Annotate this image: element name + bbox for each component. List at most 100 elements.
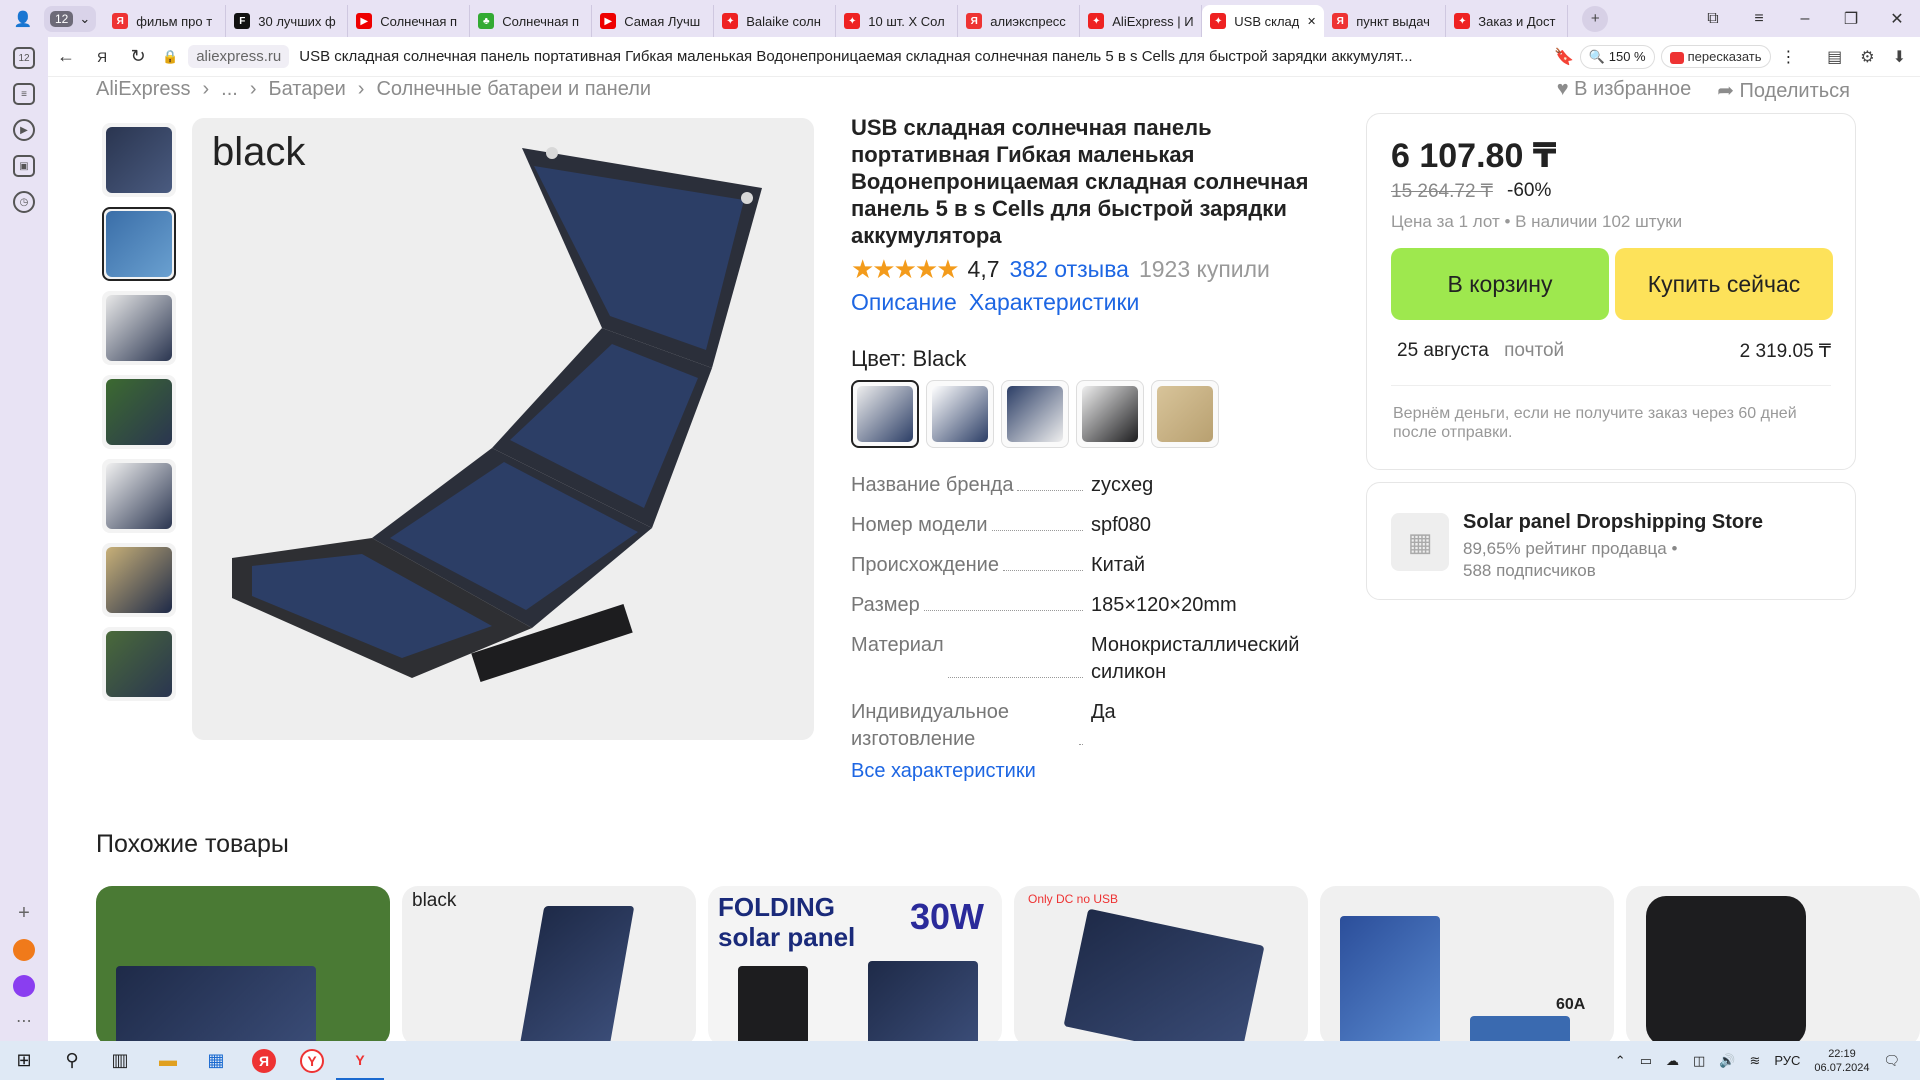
- spec-key-cell: Материал: [851, 632, 1091, 686]
- product-card[interactable]: black: [402, 886, 696, 1041]
- reviews-link[interactable]: 382 отзыва: [1010, 256, 1129, 283]
- start-icon[interactable]: ⊞: [0, 1041, 48, 1080]
- product-card[interactable]: 60A: [1320, 886, 1614, 1041]
- tab-active[interactable]: ✦ USB склад ✕: [1202, 5, 1325, 37]
- tab-title: USB склад: [1234, 13, 1300, 29]
- color-swatch[interactable]: [1001, 380, 1069, 448]
- cloud-icon[interactable]: ☁: [1666, 1053, 1679, 1069]
- tab-count: 12: [50, 10, 74, 27]
- thumbnail-image: [106, 379, 172, 445]
- tab-count-button[interactable]: 12 ⌄: [44, 5, 97, 32]
- network-icon[interactable]: ◫: [1693, 1053, 1705, 1069]
- tab[interactable]: ▶ Самая Лучш: [592, 5, 715, 37]
- breadcrumb-item[interactable]: ...: [221, 78, 238, 101]
- buy-now-button[interactable]: Купить сейчас: [1615, 248, 1833, 320]
- store-name[interactable]: Solar panel Dropshipping Store: [1463, 511, 1763, 534]
- back-icon[interactable]: ←: [48, 46, 84, 67]
- weather-icon[interactable]: [13, 939, 35, 961]
- color-swatch[interactable]: [1151, 380, 1219, 448]
- tabs-counter-icon[interactable]: 12: [13, 47, 35, 69]
- extensions-icon[interactable]: ⚙: [1860, 47, 1874, 67]
- search-icon[interactable]: ⚲: [48, 1041, 96, 1080]
- color-swatch-selected[interactable]: [851, 380, 919, 448]
- retell-icon: [1669, 51, 1684, 64]
- downloads-icon[interactable]: ⬇: [1893, 47, 1906, 67]
- thumbnail[interactable]: [102, 543, 176, 617]
- delivery-info[interactable]: 25 августа почтой: [1397, 340, 1564, 362]
- wifi-icon[interactable]: ≋: [1749, 1053, 1760, 1069]
- chevron-up-icon[interactable]: ⌃: [1615, 1053, 1626, 1069]
- restore-icon[interactable]: ❐: [1828, 0, 1874, 37]
- minimize-icon[interactable]: –: [1782, 0, 1828, 37]
- reload-icon[interactable]: ↻: [120, 46, 156, 67]
- tab-title: Заказ и Дост: [1478, 13, 1556, 29]
- collections-icon[interactable]: ▤: [1827, 47, 1842, 67]
- thumbnail-selected[interactable]: [102, 207, 176, 281]
- breadcrumb-item[interactable]: Батареи: [269, 78, 346, 101]
- history-icon[interactable]: ◷: [13, 191, 35, 213]
- volume-icon[interactable]: 🔊: [1719, 1053, 1735, 1069]
- system-tray: ⌃ ▭ ☁ ◫ 🔊 ≋ РУС 22:19 06.07.2024 🗨: [1615, 1047, 1920, 1075]
- tab-favicon: ▶: [600, 13, 617, 29]
- battery-icon[interactable]: ▭: [1640, 1053, 1652, 1069]
- breadcrumb-item[interactable]: Солнечные батареи и панели: [376, 78, 651, 101]
- alice-icon[interactable]: [13, 975, 35, 997]
- notes-icon[interactable]: ≡: [13, 83, 35, 105]
- add-to-cart-button[interactable]: В корзину: [1391, 248, 1609, 320]
- bookmark-icon[interactable]: 🔖: [1554, 47, 1574, 67]
- close-icon[interactable]: ✕: [1874, 0, 1920, 37]
- thumbnail[interactable]: [102, 459, 176, 533]
- retell-button[interactable]: пересказать: [1660, 45, 1771, 68]
- notification-icon[interactable]: 🗨: [1883, 1053, 1900, 1069]
- main-product-image[interactable]: black: [192, 118, 814, 740]
- store-app-icon[interactable]: ▦: [192, 1041, 240, 1080]
- zoom-indicator[interactable]: 🔍 150 %: [1579, 44, 1655, 69]
- tab[interactable]: Яалиэкспресс: [958, 5, 1081, 37]
- task-view-icon[interactable]: ▥: [96, 1041, 144, 1080]
- tab[interactable]: Япункт выдач: [1324, 5, 1447, 37]
- new-tab-icon[interactable]: +: [1582, 5, 1609, 32]
- specs-link[interactable]: Характеристики: [969, 289, 1140, 316]
- favorite-button[interactable]: ♥ В избранное: [1557, 78, 1692, 103]
- yandex-browser-icon[interactable]: Y: [288, 1041, 336, 1080]
- tab[interactable]: ✦ 10 шт. Х Сол: [836, 5, 959, 37]
- breadcrumb-item[interactable]: AliExpress: [96, 78, 190, 101]
- store-card[interactable]: ▦ Solar panel Dropshipping Store 89,65% …: [1366, 482, 1856, 600]
- add-icon[interactable]: +: [18, 902, 30, 925]
- kebab-icon[interactable]: ⋮: [1781, 47, 1797, 67]
- product-card[interactable]: [1626, 886, 1920, 1041]
- description-link[interactable]: Описание: [851, 289, 957, 316]
- color-swatch[interactable]: [1076, 380, 1144, 448]
- gallery-icon[interactable]: ▣: [13, 155, 35, 177]
- share-button[interactable]: ➦ Поделиться: [1717, 78, 1850, 103]
- product-card[interactable]: [96, 886, 390, 1041]
- thumbnail[interactable]: [102, 291, 176, 365]
- file-explorer-icon[interactable]: ▬: [144, 1041, 192, 1080]
- language-indicator[interactable]: РУС: [1774, 1053, 1800, 1068]
- product-card[interactable]: Only DC no USB: [1014, 886, 1308, 1041]
- tab[interactable]: Яфильм про т: [104, 5, 227, 37]
- tab[interactable]: ✦ AliExpress | И: [1080, 5, 1203, 37]
- all-specs-link[interactable]: Все характеристики: [851, 760, 1036, 783]
- play-icon[interactable]: ▶: [13, 119, 35, 141]
- tab[interactable]: ▶ Солнечная п: [348, 5, 471, 37]
- color-swatch[interactable]: [926, 380, 994, 448]
- yandex-icon[interactable]: Я: [84, 49, 120, 65]
- tab[interactable]: ✦ Заказ и Дост: [1446, 5, 1569, 37]
- tab[interactable]: ✦ Balaike солн: [714, 5, 837, 37]
- menu-icon[interactable]: ≡: [1736, 0, 1782, 37]
- close-tab-icon[interactable]: ✕: [1307, 15, 1316, 28]
- thumbnail[interactable]: [102, 375, 176, 449]
- collections-icon[interactable]: ⧉: [1690, 0, 1736, 37]
- thumbnail[interactable]: [102, 123, 176, 197]
- product-card[interactable]: FOLDING solar panel 30W: [708, 886, 1002, 1041]
- url-box[interactable]: 🔒 aliexpress.ru USB складная солнечная п…: [162, 42, 1542, 72]
- yandex-browser-active-icon[interactable]: Y: [336, 1041, 384, 1080]
- clock[interactable]: 22:19 06.07.2024: [1814, 1047, 1869, 1075]
- thumbnail[interactable]: [102, 627, 176, 701]
- more-icon[interactable]: ⋯: [16, 1011, 32, 1031]
- tab[interactable]: ♣ Солнечная п: [470, 5, 593, 37]
- profile-icon[interactable]: 👤: [10, 6, 36, 32]
- tab[interactable]: F 30 лучших ф: [226, 5, 349, 37]
- yandex-app-icon[interactable]: Я: [240, 1041, 288, 1080]
